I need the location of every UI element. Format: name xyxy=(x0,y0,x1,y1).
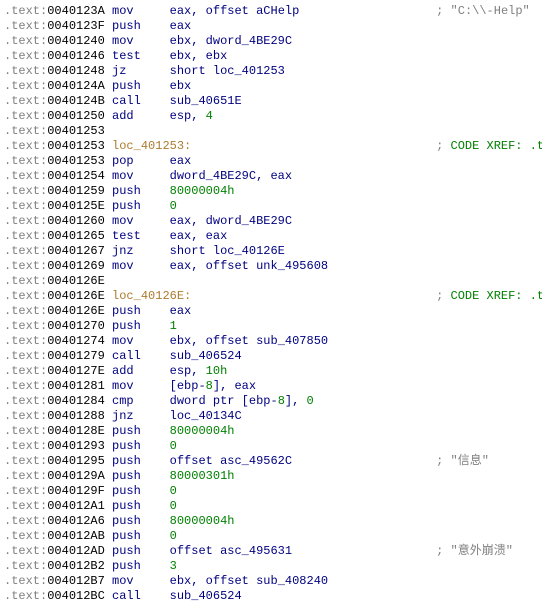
disassembly-line[interactable]: .text:00401260 mov eax, dword_4BE29C xyxy=(4,214,538,229)
disassembly-line[interactable]: .text:004012B7 mov ebx, offset sub_40824… xyxy=(4,574,538,589)
disassembly-line[interactable]: .text:00401253 loc_401253: ; CODE XREF: … xyxy=(4,139,538,154)
disassembly-line[interactable]: .text:00401281 mov [ebp-8], eax xyxy=(4,379,538,394)
disassembly-line[interactable]: .text:004012BC call sub_406524 xyxy=(4,589,538,604)
disassembly-line[interactable]: .text:00401240 mov ebx, dword_4BE29C xyxy=(4,34,538,49)
disassembly-line[interactable]: .text:00401270 push 1 xyxy=(4,319,538,334)
disassembly-line[interactable]: .text:004012AB push 0 xyxy=(4,529,538,544)
disassembly-line[interactable]: .text:00401269 mov eax, offset unk_49560… xyxy=(4,259,538,274)
disassembly-line[interactable]: .text:00401250 add esp, 4 xyxy=(4,109,538,124)
disassembly-line[interactable]: .text:004012B2 push 3 xyxy=(4,559,538,574)
disassembly-line[interactable]: .text:00401246 test ebx, ebx xyxy=(4,49,538,64)
disassembly-line[interactable]: .text:00401293 push 0 xyxy=(4,439,538,454)
disassembly-line[interactable]: .text:0040123F push eax xyxy=(4,19,538,34)
disassembly-line[interactable]: .text:00401267 jnz short loc_40126E xyxy=(4,244,538,259)
disassembly-line[interactable]: .text:00401248 jz short loc_401253 xyxy=(4,64,538,79)
disassembly-line[interactable]: .text:00401279 call sub_406524 xyxy=(4,349,538,364)
disassembly-line[interactable]: .text:00401253 pop eax xyxy=(4,154,538,169)
disassembly-line[interactable]: .text:00401295 push offset asc_49562C ; … xyxy=(4,454,538,469)
disassembly-listing: .text:0040123A mov eax, offset aCHelp ; … xyxy=(0,0,542,612)
disassembly-line[interactable]: .text:00401288 jnz loc_40134C xyxy=(4,409,538,424)
disassembly-line[interactable]: .text:00401254 mov dword_4BE29C, eax xyxy=(4,169,538,184)
disassembly-line[interactable]: .text:004012A1 push 0 xyxy=(4,499,538,514)
disassembly-line[interactable]: .text:004012AD push offset asc_495631 ; … xyxy=(4,544,538,559)
disassembly-line[interactable]: .text:0040129F push 0 xyxy=(4,484,538,499)
disassembly-line[interactable]: .text:00401265 test eax, eax xyxy=(4,229,538,244)
disassembly-line[interactable]: .text:0040124B call sub_40651E xyxy=(4,94,538,109)
disassembly-line[interactable]: .text:0040126E xyxy=(4,274,538,289)
disassembly-line[interactable]: .text:0040127E add esp, 10h xyxy=(4,364,538,379)
disassembly-line[interactable]: .text:0040124A push ebx xyxy=(4,79,538,94)
disassembly-line[interactable]: .text:0040129A push 80000301h xyxy=(4,469,538,484)
disassembly-line[interactable]: .text:004012A6 push 80000004h xyxy=(4,514,538,529)
disassembly-line[interactable]: .text:0040123A mov eax, offset aCHelp ; … xyxy=(4,4,538,19)
disassembly-line[interactable]: .text:0040125E push 0 xyxy=(4,199,538,214)
disassembly-line[interactable]: .text:00401253 xyxy=(4,124,538,139)
disassembly-line[interactable]: .text:0040126E push eax xyxy=(4,304,538,319)
disassembly-line[interactable]: .text:0040128E push 80000004h xyxy=(4,424,538,439)
disassembly-line[interactable]: .text:00401284 cmp dword ptr [ebp-8], 0 xyxy=(4,394,538,409)
disassembly-line[interactable]: .text:00401274 mov ebx, offset sub_40785… xyxy=(4,334,538,349)
disassembly-line[interactable]: .text:0040126E loc_40126E: ; CODE XREF: … xyxy=(4,289,538,304)
disassembly-line[interactable]: .text:00401259 push 80000004h xyxy=(4,184,538,199)
